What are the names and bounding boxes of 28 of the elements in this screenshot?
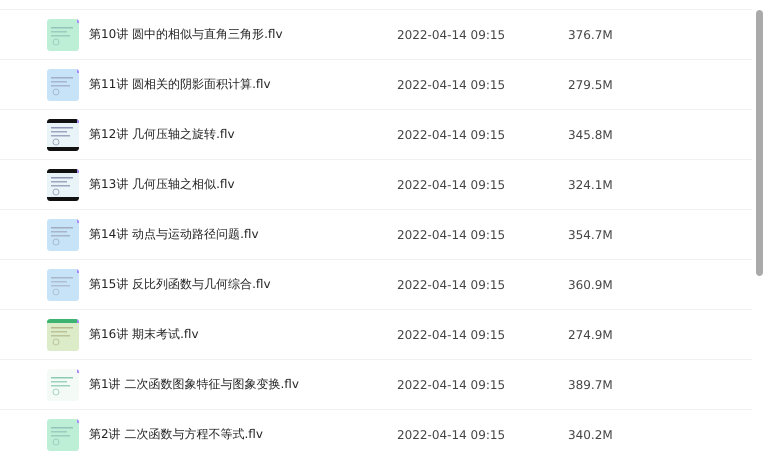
file-date: 2022-04-14 09:15	[397, 278, 506, 292]
file-size: 376.7M	[568, 28, 613, 42]
file-date: 2022-04-14 09:15	[397, 128, 506, 142]
file-size: 324.1M	[568, 178, 613, 192]
file-name[interactable]: 第16讲 期末考试.flv	[89, 326, 397, 343]
file-size: 345.8M	[568, 128, 613, 142]
file-date: 2022-04-14 09:15	[397, 328, 506, 342]
file-size: 360.9M	[568, 278, 613, 292]
file-name[interactable]: 第2讲 二次函数与方程不等式.flv	[89, 426, 397, 443]
file-name[interactable]: 第1讲 二次函数图象特征与图象变换.flv	[89, 376, 397, 393]
file-date: 2022-04-14 09:15	[397, 178, 506, 192]
file-name[interactable]: 第13讲 几何压轴之相似.flv	[89, 176, 397, 193]
file-size: 354.7M	[568, 228, 613, 242]
file-date: 2022-04-14 09:15	[397, 228, 506, 242]
file-name[interactable]: 第14讲 动点与运动路径问题.flv	[89, 226, 397, 243]
file-name[interactable]: 第12讲 几何压轴之旋转.flv	[89, 126, 397, 143]
file-size: 279.5M	[568, 78, 613, 92]
file-name[interactable]: 第10讲 圆中的相似与直角三角形.flv	[89, 26, 397, 43]
file-date: 2022-04-14 09:15	[397, 78, 506, 92]
file-date: 2022-04-14 09:15	[397, 428, 506, 442]
file-name[interactable]: 第11讲 圆相关的阴影面积计算.flv	[89, 76, 397, 93]
file-date: 2022-04-14 09:15	[397, 378, 506, 392]
file-name[interactable]: 第15讲 反比列函数与几何综合.flv	[89, 276, 397, 293]
file-size: 274.9M	[568, 328, 613, 342]
file-size: 389.7M	[568, 378, 613, 392]
file-size: 340.2M	[568, 428, 613, 442]
scrollbar-thumb[interactable]	[756, 10, 763, 276]
file-date: 2022-04-14 09:15	[397, 28, 506, 42]
